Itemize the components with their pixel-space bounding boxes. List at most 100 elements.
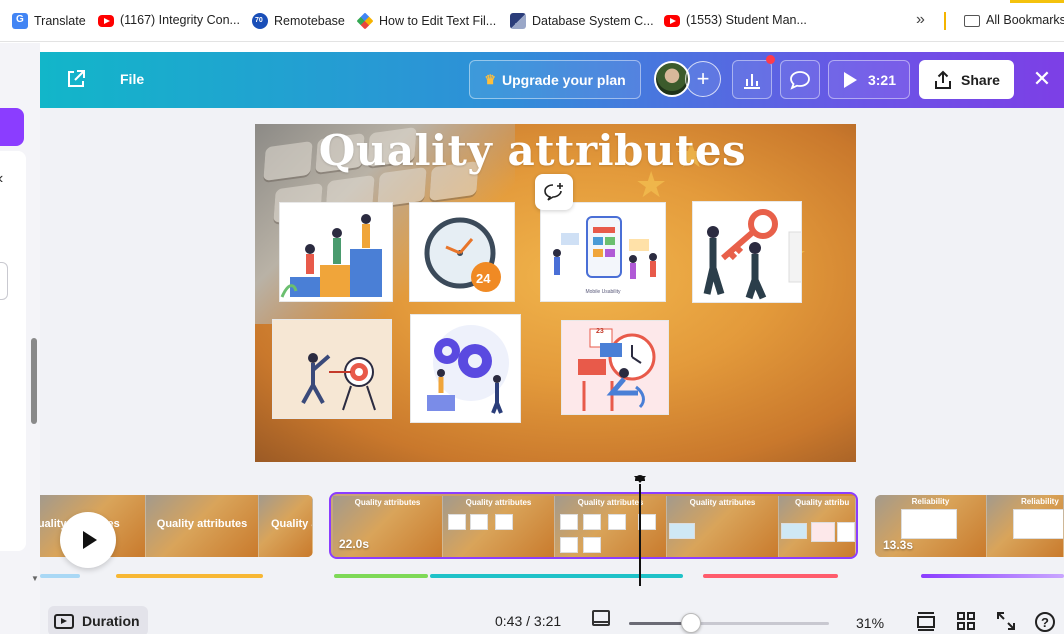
clip-frame: Quality attributes bbox=[146, 495, 259, 557]
zoom-percent[interactable]: 31% bbox=[856, 615, 884, 631]
clip-frame: Quality attribu bbox=[779, 496, 856, 557]
gears-settings-illustration[interactable] bbox=[410, 314, 521, 423]
audio-track[interactable] bbox=[116, 574, 263, 578]
teamwork-illustration[interactable] bbox=[279, 202, 393, 302]
video-duration-icon bbox=[54, 613, 74, 629]
bookmarks-overflow-button[interactable]: » bbox=[916, 11, 925, 29]
add-comment-button[interactable] bbox=[535, 174, 573, 210]
mini-thumbnail bbox=[669, 523, 695, 539]
clip-frame-label: Reliability bbox=[1021, 497, 1059, 506]
mobile-usability-illustration[interactable]: Mobile Usability bbox=[540, 202, 666, 302]
fullscreen-icon[interactable] bbox=[995, 610, 1017, 632]
mini-thumbnail bbox=[560, 514, 578, 530]
audio-track[interactable] bbox=[40, 574, 80, 578]
bookmark-label: Translate bbox=[34, 14, 86, 28]
mini-thumbnail bbox=[837, 522, 855, 542]
help-button[interactable]: ? bbox=[1035, 612, 1055, 632]
time-management-illustration[interactable]: 23 bbox=[561, 320, 669, 415]
bookmark-edit-text[interactable]: How to Edit Text Fil... bbox=[356, 12, 497, 30]
google-translate-icon bbox=[12, 13, 28, 29]
playhead-marker[interactable] bbox=[634, 476, 646, 483]
share-label: Share bbox=[961, 71, 1000, 88]
key-security-illustration[interactable] bbox=[692, 201, 802, 303]
mini-thumbnail bbox=[811, 522, 835, 542]
open-external-icon[interactable] bbox=[66, 69, 86, 89]
clip-frame-label: Quality attributes bbox=[465, 498, 532, 507]
play-icon bbox=[83, 531, 97, 549]
sidebar-input[interactable] bbox=[0, 262, 8, 300]
bookmark-label: Remotebase bbox=[274, 14, 345, 28]
database-site-icon bbox=[510, 13, 526, 29]
pages-icon[interactable] bbox=[592, 610, 610, 626]
timeline-clip-2[interactable]: Quality attributes Quality attributes Qu… bbox=[329, 492, 858, 559]
mini-thumbnail bbox=[1013, 509, 1063, 539]
clip-frame-label: Quality attribu bbox=[795, 498, 850, 507]
bookmark-database[interactable]: Database System C... bbox=[510, 13, 654, 29]
notification-dot bbox=[766, 55, 775, 64]
bottom-toolbar: Duration 0:43 / 3:21 31% ? bbox=[40, 604, 1064, 634]
slide-view-icon[interactable] bbox=[915, 610, 937, 632]
upgrade-label: Upgrade your plan bbox=[501, 71, 626, 88]
clip-frame-label: Quality attributes bbox=[156, 518, 248, 530]
mini-thumbnail bbox=[583, 514, 601, 530]
youtube-icon bbox=[664, 15, 680, 27]
insights-button[interactable] bbox=[732, 60, 772, 99]
grid-view-icon[interactable] bbox=[955, 610, 977, 632]
bookmark-label: How to Edit Text Fil... bbox=[379, 14, 497, 28]
file-menu[interactable]: File bbox=[120, 71, 144, 87]
youtube-icon bbox=[98, 15, 114, 27]
target-goal-illustration[interactable] bbox=[272, 319, 392, 419]
duration-label: Duration bbox=[82, 613, 140, 629]
mini-thumbnail bbox=[448, 514, 466, 530]
audio-track[interactable] bbox=[430, 574, 683, 578]
time-readout: 0:43 / 3:21 bbox=[495, 613, 562, 629]
video-editor-panel: File ♛ Upgrade your plan + 3:21 Share ✕ bbox=[40, 52, 1064, 634]
clock-badge: 24 bbox=[476, 271, 491, 286]
all-bookmarks-label: All Bookmarks bbox=[986, 13, 1064, 27]
clock-24-illustration[interactable]: 24 bbox=[409, 202, 515, 302]
mini-thumbnail bbox=[901, 509, 957, 539]
bookmark-integrity[interactable]: (1167) Integrity Con... bbox=[98, 13, 240, 27]
scrollbar[interactable] bbox=[31, 338, 37, 424]
upgrade-plan-button[interactable]: ♛ Upgrade your plan bbox=[469, 60, 641, 99]
duration-button[interactable]: Duration bbox=[48, 606, 148, 634]
chevron-down-icon[interactable]: ▼ bbox=[31, 574, 39, 583]
close-icon[interactable]: ✕ bbox=[1030, 68, 1054, 92]
add-collaborator-button[interactable]: + bbox=[685, 61, 721, 97]
timeline-clip-3[interactable]: Reliability Reliability 13.3s bbox=[875, 495, 1064, 557]
audio-track[interactable] bbox=[703, 574, 838, 578]
bookmark-translate[interactable]: Translate bbox=[12, 13, 86, 29]
present-time: 3:21 bbox=[867, 71, 897, 88]
slide-title[interactable]: Quality attributes bbox=[255, 126, 810, 175]
bookmarks-bar: Translate (1167) Integrity Con... Remote… bbox=[0, 0, 1064, 42]
clip-frame: Quality a bbox=[259, 495, 313, 557]
mini-thumbnail bbox=[583, 537, 601, 553]
remotebase-icon bbox=[252, 13, 268, 29]
comment-add-icon bbox=[544, 183, 563, 201]
bookmark-student[interactable]: (1553) Student Man... bbox=[664, 13, 807, 27]
share-icon bbox=[935, 70, 952, 89]
zoom-slider[interactable] bbox=[629, 622, 829, 625]
audio-track[interactable] bbox=[921, 574, 1064, 578]
close-icon[interactable]: ‹ bbox=[0, 170, 3, 188]
mini-thumbnail bbox=[560, 537, 578, 553]
play-icon bbox=[843, 71, 857, 88]
clip-duration: 13.3s bbox=[883, 538, 914, 552]
all-bookmarks-button[interactable]: All Bookmarks bbox=[964, 13, 1064, 27]
clip-frame: Quality attributes bbox=[443, 496, 555, 557]
share-button[interactable]: Share bbox=[919, 60, 1014, 99]
site-favicon-icon bbox=[356, 12, 374, 30]
crown-icon: ♛ bbox=[484, 71, 496, 87]
sidebar-accent-button[interactable] bbox=[0, 108, 24, 146]
playhead-line[interactable] bbox=[639, 484, 641, 586]
audio-track[interactable] bbox=[334, 574, 428, 578]
present-button[interactable]: 3:21 bbox=[828, 60, 910, 99]
zoom-slider-handle[interactable] bbox=[681, 613, 701, 633]
bar-chart-icon bbox=[744, 73, 760, 89]
clip-duration: 22.0s bbox=[339, 537, 370, 551]
bookmark-remotebase[interactable]: Remotebase bbox=[252, 13, 345, 29]
comments-button[interactable] bbox=[780, 60, 820, 99]
play-button[interactable] bbox=[60, 512, 116, 568]
clip-frame: Reliability bbox=[987, 495, 1064, 557]
bookmark-label: (1167) Integrity Con... bbox=[120, 13, 240, 27]
